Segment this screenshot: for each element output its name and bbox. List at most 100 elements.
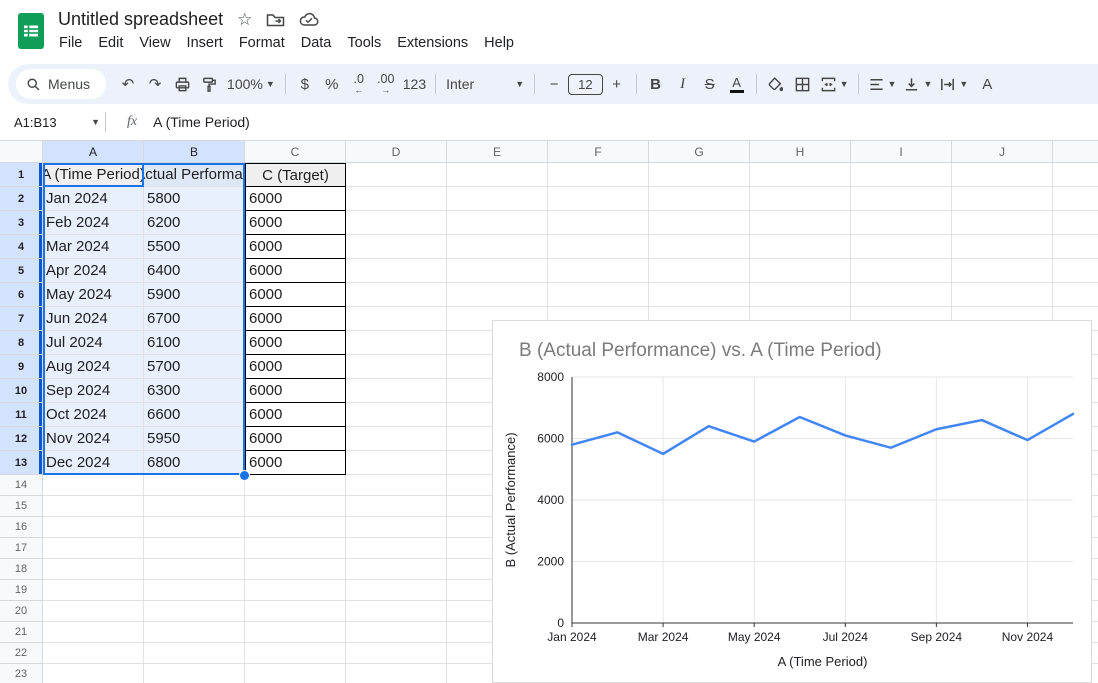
decrease-decimal-button[interactable]: .0← (346, 71, 372, 97)
row-header-13[interactable]: 13 (0, 451, 43, 475)
cell-C19[interactable] (245, 580, 346, 601)
cell-D11[interactable] (346, 403, 447, 427)
cell-F4[interactable] (548, 235, 649, 259)
cell-C22[interactable] (245, 643, 346, 664)
menu-help[interactable]: Help (476, 33, 522, 53)
cell-B11[interactable]: 6600 (144, 403, 245, 427)
cell-B14[interactable] (144, 475, 245, 496)
row-header-20[interactable]: 20 (0, 601, 43, 622)
cell-A11[interactable]: Oct 2024 (43, 403, 144, 427)
row-header-4[interactable]: 4 (0, 235, 43, 259)
horizontal-align-button[interactable]: ▼ (865, 71, 900, 97)
menu-insert[interactable]: Insert (179, 33, 231, 53)
cell-H6[interactable] (750, 283, 851, 307)
cell-D7[interactable] (346, 307, 447, 331)
cell-D3[interactable] (346, 211, 447, 235)
column-header-C[interactable]: C (245, 140, 346, 163)
cell-B16[interactable] (144, 517, 245, 538)
font-select[interactable]: Inter ▼ (442, 71, 528, 97)
cell-F1[interactable] (548, 163, 649, 187)
row-header-5[interactable]: 5 (0, 259, 43, 283)
increase-decimal-button[interactable]: .00→ (373, 71, 399, 97)
cell-D6[interactable] (346, 283, 447, 307)
strikethrough-button[interactable]: S (697, 71, 723, 97)
bold-button[interactable]: B (643, 71, 669, 97)
row-header-1[interactable]: 1 (0, 163, 43, 187)
cell-K3[interactable] (1053, 211, 1098, 235)
cell-E2[interactable] (447, 187, 548, 211)
cell-I5[interactable] (851, 259, 952, 283)
format-percent-button[interactable]: % (319, 71, 345, 97)
cell-D12[interactable] (346, 427, 447, 451)
cell-B1[interactable]: B (Actual Performance) (144, 163, 245, 187)
cell-D1[interactable] (346, 163, 447, 187)
row-header-8[interactable]: 8 (0, 331, 43, 355)
cell-B5[interactable]: 6400 (144, 259, 245, 283)
borders-button[interactable] (790, 71, 816, 97)
cell-G4[interactable] (649, 235, 750, 259)
decrease-font-size-button[interactable]: − (541, 71, 567, 97)
row-header-11[interactable]: 11 (0, 403, 43, 427)
menu-edit[interactable]: Edit (90, 33, 131, 53)
cell-B7[interactable]: 6700 (144, 307, 245, 331)
cell-J5[interactable] (952, 259, 1053, 283)
cell-H4[interactable] (750, 235, 851, 259)
cell-K1[interactable] (1053, 163, 1098, 187)
cell-K5[interactable] (1053, 259, 1098, 283)
cell-A13[interactable]: Dec 2024 (43, 451, 144, 475)
cell-A6[interactable]: May 2024 (43, 283, 144, 307)
cell-C21[interactable] (245, 622, 346, 643)
column-header-H[interactable]: H (750, 140, 851, 163)
cell-D19[interactable] (346, 580, 447, 601)
cell-C11[interactable]: 6000 (245, 403, 346, 427)
cell-H1[interactable] (750, 163, 851, 187)
cell-A9[interactable]: Aug 2024 (43, 355, 144, 379)
cell-D14[interactable] (346, 475, 447, 496)
cell-B6[interactable]: 5900 (144, 283, 245, 307)
cell-C10[interactable]: 6000 (245, 379, 346, 403)
cell-C2[interactable]: 6000 (245, 187, 346, 211)
cell-D2[interactable] (346, 187, 447, 211)
row-header-19[interactable]: 19 (0, 580, 43, 601)
cell-C12[interactable]: 6000 (245, 427, 346, 451)
cell-D18[interactable] (346, 559, 447, 580)
text-rotation-button[interactable]: A (974, 71, 1000, 97)
cell-D16[interactable] (346, 517, 447, 538)
menus-search-button[interactable]: Menus (16, 69, 106, 99)
cell-I3[interactable] (851, 211, 952, 235)
cell-C18[interactable] (245, 559, 346, 580)
menu-file[interactable]: File (51, 33, 90, 53)
formula-input[interactable]: A (Time Period) (153, 114, 250, 130)
column-header-clipped[interactable] (1053, 140, 1098, 163)
cell-I1[interactable] (851, 163, 952, 187)
cell-F5[interactable] (548, 259, 649, 283)
fill-handle[interactable] (240, 471, 249, 480)
text-color-button[interactable]: A (724, 71, 750, 97)
menu-extensions[interactable]: Extensions (389, 33, 476, 53)
cell-C17[interactable] (245, 538, 346, 559)
cell-E4[interactable] (447, 235, 548, 259)
cell-A15[interactable] (43, 496, 144, 517)
row-header-16[interactable]: 16 (0, 517, 43, 538)
cell-A22[interactable] (43, 643, 144, 664)
font-size-input[interactable]: 12 (568, 74, 602, 95)
column-header-I[interactable]: I (851, 140, 952, 163)
column-header-E[interactable]: E (447, 140, 548, 163)
menu-format[interactable]: Format (231, 33, 293, 53)
cell-B9[interactable]: 5700 (144, 355, 245, 379)
cell-C6[interactable]: 6000 (245, 283, 346, 307)
select-all-corner[interactable] (0, 140, 43, 163)
italic-button[interactable]: I (670, 71, 696, 97)
cell-B20[interactable] (144, 601, 245, 622)
cell-A18[interactable] (43, 559, 144, 580)
cell-G3[interactable] (649, 211, 750, 235)
cell-E1[interactable] (447, 163, 548, 187)
cell-C14[interactable] (245, 475, 346, 496)
cell-J6[interactable] (952, 283, 1053, 307)
cell-B2[interactable]: 5800 (144, 187, 245, 211)
row-header-7[interactable]: 7 (0, 307, 43, 331)
cell-B22[interactable] (144, 643, 245, 664)
cell-C15[interactable] (245, 496, 346, 517)
row-header-18[interactable]: 18 (0, 559, 43, 580)
cell-J2[interactable] (952, 187, 1053, 211)
